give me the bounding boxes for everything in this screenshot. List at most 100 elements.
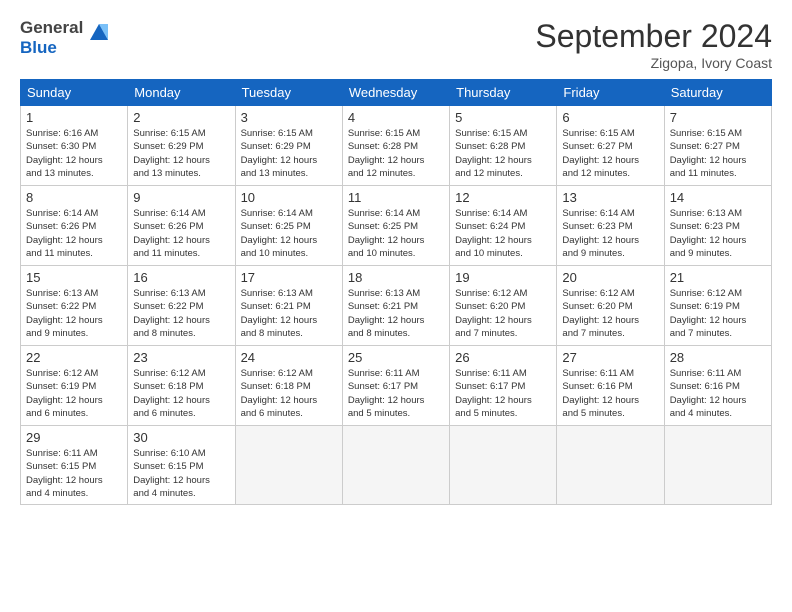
header-monday: Monday	[128, 80, 235, 106]
day-info: Sunrise: 6:12 AM Sunset: 6:18 PM Dayligh…	[241, 367, 337, 420]
calendar-cell: 28 Sunrise: 6:11 AM Sunset: 6:16 PM Dayli…	[664, 346, 771, 426]
day-number: 1	[26, 110, 122, 125]
day-number: 29	[26, 430, 122, 445]
day-info: Sunrise: 6:13 AM Sunset: 6:21 PM Dayligh…	[241, 287, 337, 340]
day-info: Sunrise: 6:12 AM Sunset: 6:19 PM Dayligh…	[670, 287, 766, 340]
day-info: Sunrise: 6:14 AM Sunset: 6:25 PM Dayligh…	[241, 207, 337, 260]
day-info: Sunrise: 6:15 AM Sunset: 6:27 PM Dayligh…	[670, 127, 766, 180]
calendar-cell: 17 Sunrise: 6:13 AM Sunset: 6:21 PM Dayli…	[235, 266, 342, 346]
day-info: Sunrise: 6:11 AM Sunset: 6:16 PM Dayligh…	[562, 367, 658, 420]
calendar-cell: 29Sunrise: 6:11 AM Sunset: 6:15 PM Dayli…	[21, 426, 128, 505]
calendar-cell	[664, 426, 771, 505]
day-info: Sunrise: 6:11 AM Sunset: 6:17 PM Dayligh…	[455, 367, 551, 420]
day-number: 13	[562, 190, 658, 205]
day-number: 15	[26, 270, 122, 285]
calendar-cell: 11Sunrise: 6:14 AM Sunset: 6:25 PM Dayli…	[342, 186, 449, 266]
calendar-header-row: Sunday Monday Tuesday Wednesday Thursday…	[21, 80, 772, 106]
calendar-cell: 19Sunrise: 6:12 AM Sunset: 6:20 PM Dayli…	[450, 266, 557, 346]
calendar-cell	[450, 426, 557, 505]
day-info: Sunrise: 6:12 AM Sunset: 6:18 PM Dayligh…	[133, 367, 229, 420]
day-info: Sunrise: 6:11 AM Sunset: 6:16 PM Dayligh…	[670, 367, 766, 420]
day-info: Sunrise: 6:14 AM Sunset: 6:25 PM Dayligh…	[348, 207, 444, 260]
day-number: 16	[133, 270, 229, 285]
day-info: Sunrise: 6:13 AM Sunset: 6:21 PM Dayligh…	[348, 287, 444, 340]
day-number: 8	[26, 190, 122, 205]
calendar-table: Sunday Monday Tuesday Wednesday Thursday…	[20, 79, 772, 505]
calendar-cell: 10 Sunrise: 6:14 AM Sunset: 6:25 PM Dayli…	[235, 186, 342, 266]
day-info: Sunrise: 6:15 AM Sunset: 6:28 PM Dayligh…	[455, 127, 551, 180]
day-number: 27	[562, 350, 658, 365]
calendar-cell: 25Sunrise: 6:11 AM Sunset: 6:17 PM Dayli…	[342, 346, 449, 426]
calendar-cell	[557, 426, 664, 505]
logo: General Blue	[20, 18, 112, 57]
calendar-cell: 30Sunrise: 6:10 AM Sunset: 6:15 PM Dayli…	[128, 426, 235, 505]
day-info: Sunrise: 6:12 AM Sunset: 6:20 PM Dayligh…	[455, 287, 551, 340]
calendar-cell: 13 Sunrise: 6:14 AM Sunset: 6:23 PM Dayli…	[557, 186, 664, 266]
calendar-cell: 12Sunrise: 6:14 AM Sunset: 6:24 PM Dayli…	[450, 186, 557, 266]
day-number: 18	[348, 270, 444, 285]
calendar-cell: 24 Sunrise: 6:12 AM Sunset: 6:18 PM Dayli…	[235, 346, 342, 426]
calendar-cell: 22 Sunrise: 6:12 AM Sunset: 6:19 PM Dayli…	[21, 346, 128, 426]
header-thursday: Thursday	[450, 80, 557, 106]
day-info: Sunrise: 6:13 AM Sunset: 6:22 PM Dayligh…	[26, 287, 122, 340]
header-sunday: Sunday	[21, 80, 128, 106]
logo-icon	[86, 20, 112, 51]
logo-blue: Blue	[20, 38, 57, 57]
day-number: 10	[241, 190, 337, 205]
calendar-cell: 3Sunrise: 6:15 AM Sunset: 6:29 PM Daylig…	[235, 106, 342, 186]
calendar-cell: 14Sunrise: 6:13 AM Sunset: 6:23 PM Dayli…	[664, 186, 771, 266]
day-info: Sunrise: 6:16 AM Sunset: 6:30 PM Dayligh…	[26, 127, 122, 180]
month-title: September 2024	[535, 18, 772, 55]
calendar-cell: 8 Sunrise: 6:14 AM Sunset: 6:26 PM Daylig…	[21, 186, 128, 266]
day-info: Sunrise: 6:15 AM Sunset: 6:27 PM Dayligh…	[562, 127, 658, 180]
day-number: 25	[348, 350, 444, 365]
day-number: 6	[562, 110, 658, 125]
day-info: Sunrise: 6:13 AM Sunset: 6:22 PM Dayligh…	[133, 287, 229, 340]
day-info: Sunrise: 6:12 AM Sunset: 6:19 PM Dayligh…	[26, 367, 122, 420]
title-block: September 2024 Zigopa, Ivory Coast	[535, 18, 772, 71]
header-friday: Friday	[557, 80, 664, 106]
day-info: Sunrise: 6:14 AM Sunset: 6:26 PM Dayligh…	[133, 207, 229, 260]
logo-general: General	[20, 18, 83, 37]
day-number: 22	[26, 350, 122, 365]
day-info: Sunrise: 6:14 AM Sunset: 6:24 PM Dayligh…	[455, 207, 551, 260]
calendar-cell: 21 Sunrise: 6:12 AM Sunset: 6:19 PM Dayli…	[664, 266, 771, 346]
day-info: Sunrise: 6:15 AM Sunset: 6:29 PM Dayligh…	[133, 127, 229, 180]
calendar-cell: 6 Sunrise: 6:15 AM Sunset: 6:27 PM Daylig…	[557, 106, 664, 186]
calendar-cell: 27 Sunrise: 6:11 AM Sunset: 6:16 PM Dayli…	[557, 346, 664, 426]
calendar-cell: 26 Sunrise: 6:11 AM Sunset: 6:17 PM Dayli…	[450, 346, 557, 426]
header-tuesday: Tuesday	[235, 80, 342, 106]
day-number: 17	[241, 270, 337, 285]
day-number: 4	[348, 110, 444, 125]
day-number: 2	[133, 110, 229, 125]
calendar-cell	[235, 426, 342, 505]
day-info: Sunrise: 6:14 AM Sunset: 6:26 PM Dayligh…	[26, 207, 122, 260]
calendar-cell: 7Sunrise: 6:15 AM Sunset: 6:27 PM Daylig…	[664, 106, 771, 186]
calendar-cell: 9 Sunrise: 6:14 AM Sunset: 6:26 PM Daylig…	[128, 186, 235, 266]
header-wednesday: Wednesday	[342, 80, 449, 106]
day-info: Sunrise: 6:15 AM Sunset: 6:29 PM Dayligh…	[241, 127, 337, 180]
calendar-cell: 23 Sunrise: 6:12 AM Sunset: 6:18 PM Dayli…	[128, 346, 235, 426]
page: General Blue September 2024 Zigopa, Ivor…	[0, 0, 792, 612]
day-number: 20	[562, 270, 658, 285]
day-number: 26	[455, 350, 551, 365]
day-info: Sunrise: 6:13 AM Sunset: 6:23 PM Dayligh…	[670, 207, 766, 260]
calendar-cell: 20 Sunrise: 6:12 AM Sunset: 6:20 PM Dayli…	[557, 266, 664, 346]
calendar-cell: 4 Sunrise: 6:15 AM Sunset: 6:28 PM Daylig…	[342, 106, 449, 186]
day-number: 5	[455, 110, 551, 125]
day-number: 21	[670, 270, 766, 285]
day-info: Sunrise: 6:14 AM Sunset: 6:23 PM Dayligh…	[562, 207, 658, 260]
calendar-cell: 2 Sunrise: 6:15 AM Sunset: 6:29 PM Daylig…	[128, 106, 235, 186]
calendar-cell: 16 Sunrise: 6:13 AM Sunset: 6:22 PM Dayli…	[128, 266, 235, 346]
calendar-cell: 5 Sunrise: 6:15 AM Sunset: 6:28 PM Daylig…	[450, 106, 557, 186]
day-number: 28	[670, 350, 766, 365]
day-info: Sunrise: 6:12 AM Sunset: 6:20 PM Dayligh…	[562, 287, 658, 340]
day-number: 9	[133, 190, 229, 205]
calendar-cell: 18 Sunrise: 6:13 AM Sunset: 6:21 PM Dayli…	[342, 266, 449, 346]
header: General Blue September 2024 Zigopa, Ivor…	[20, 18, 772, 71]
day-info: Sunrise: 6:15 AM Sunset: 6:28 PM Dayligh…	[348, 127, 444, 180]
day-number: 24	[241, 350, 337, 365]
day-number: 23	[133, 350, 229, 365]
header-saturday: Saturday	[664, 80, 771, 106]
calendar-cell: 15 Sunrise: 6:13 AM Sunset: 6:22 PM Dayli…	[21, 266, 128, 346]
